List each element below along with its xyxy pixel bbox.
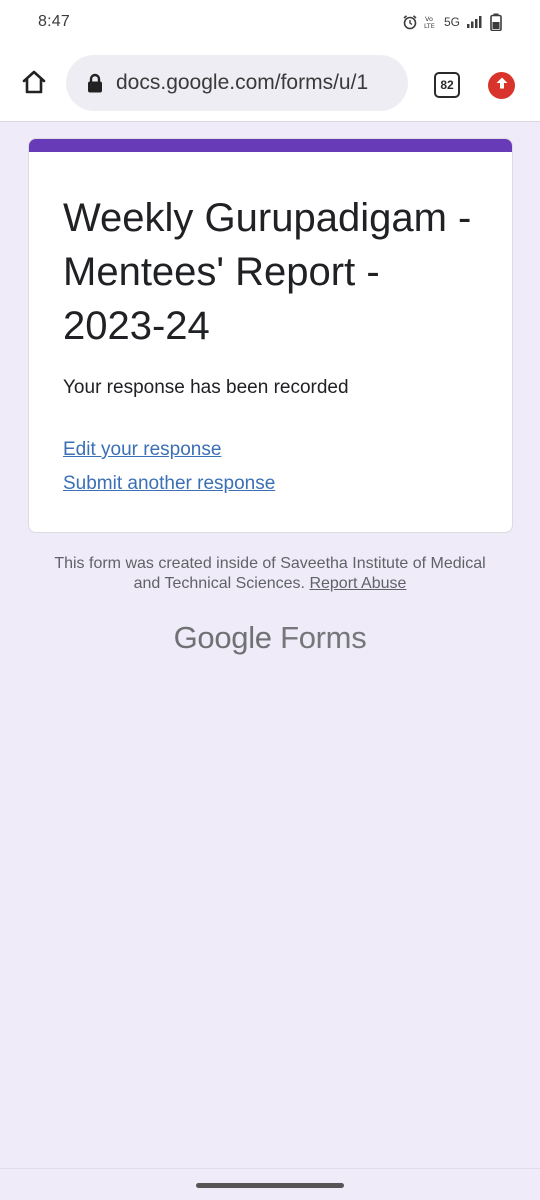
home-button[interactable]: [16, 66, 52, 102]
forms-wordmark: Forms: [280, 620, 367, 655]
status-icons: Vo LTE 5G: [402, 13, 502, 31]
google-wordmark: Google: [173, 620, 272, 655]
network-type: 5G: [443, 15, 460, 29]
home-gesture-handle[interactable]: [196, 1183, 344, 1188]
signal-icon: [466, 15, 484, 29]
submit-another-response-link[interactable]: Submit another response: [63, 473, 275, 495]
svg-text:LTE: LTE: [424, 22, 435, 30]
url-bar[interactable]: docs.google.com/forms/u/1: [66, 55, 408, 111]
browser-toolbar: docs.google.com/forms/u/1 82: [0, 44, 540, 122]
system-nav-bar: [0, 1168, 540, 1200]
status-time: 8:47: [38, 13, 70, 30]
footer-note: This form was created inside of Saveetha…: [40, 554, 500, 594]
battery-icon: [490, 13, 502, 31]
form-accent-bar: [29, 139, 512, 152]
alarm-icon: [402, 14, 418, 30]
home-icon: [20, 68, 48, 101]
form-title: Weekly Gurupadigam - Mentees' Report - 2…: [63, 196, 472, 348]
google-forms-logo[interactable]: Google Forms: [0, 620, 540, 656]
form-card: Weekly Gurupadigam - Mentees' Report - 2…: [28, 138, 513, 533]
footer-note-text: This form was created inside of Saveetha…: [54, 555, 486, 592]
lock-icon: [86, 73, 104, 93]
update-button[interactable]: [488, 72, 515, 99]
status-bar: 8:47 Vo LTE 5G: [0, 0, 540, 44]
report-abuse-link[interactable]: Report Abuse: [309, 575, 406, 592]
volte-icon: Vo LTE: [424, 14, 438, 30]
tab-count: 82: [440, 78, 454, 92]
confirmation-message: Your response has been recorded: [63, 377, 349, 398]
url-text: docs.google.com/forms/u/1: [116, 71, 369, 94]
tab-switcher-button[interactable]: 82: [434, 72, 460, 98]
edit-response-link[interactable]: Edit your response: [63, 439, 221, 461]
update-arrow-icon: [495, 76, 509, 95]
